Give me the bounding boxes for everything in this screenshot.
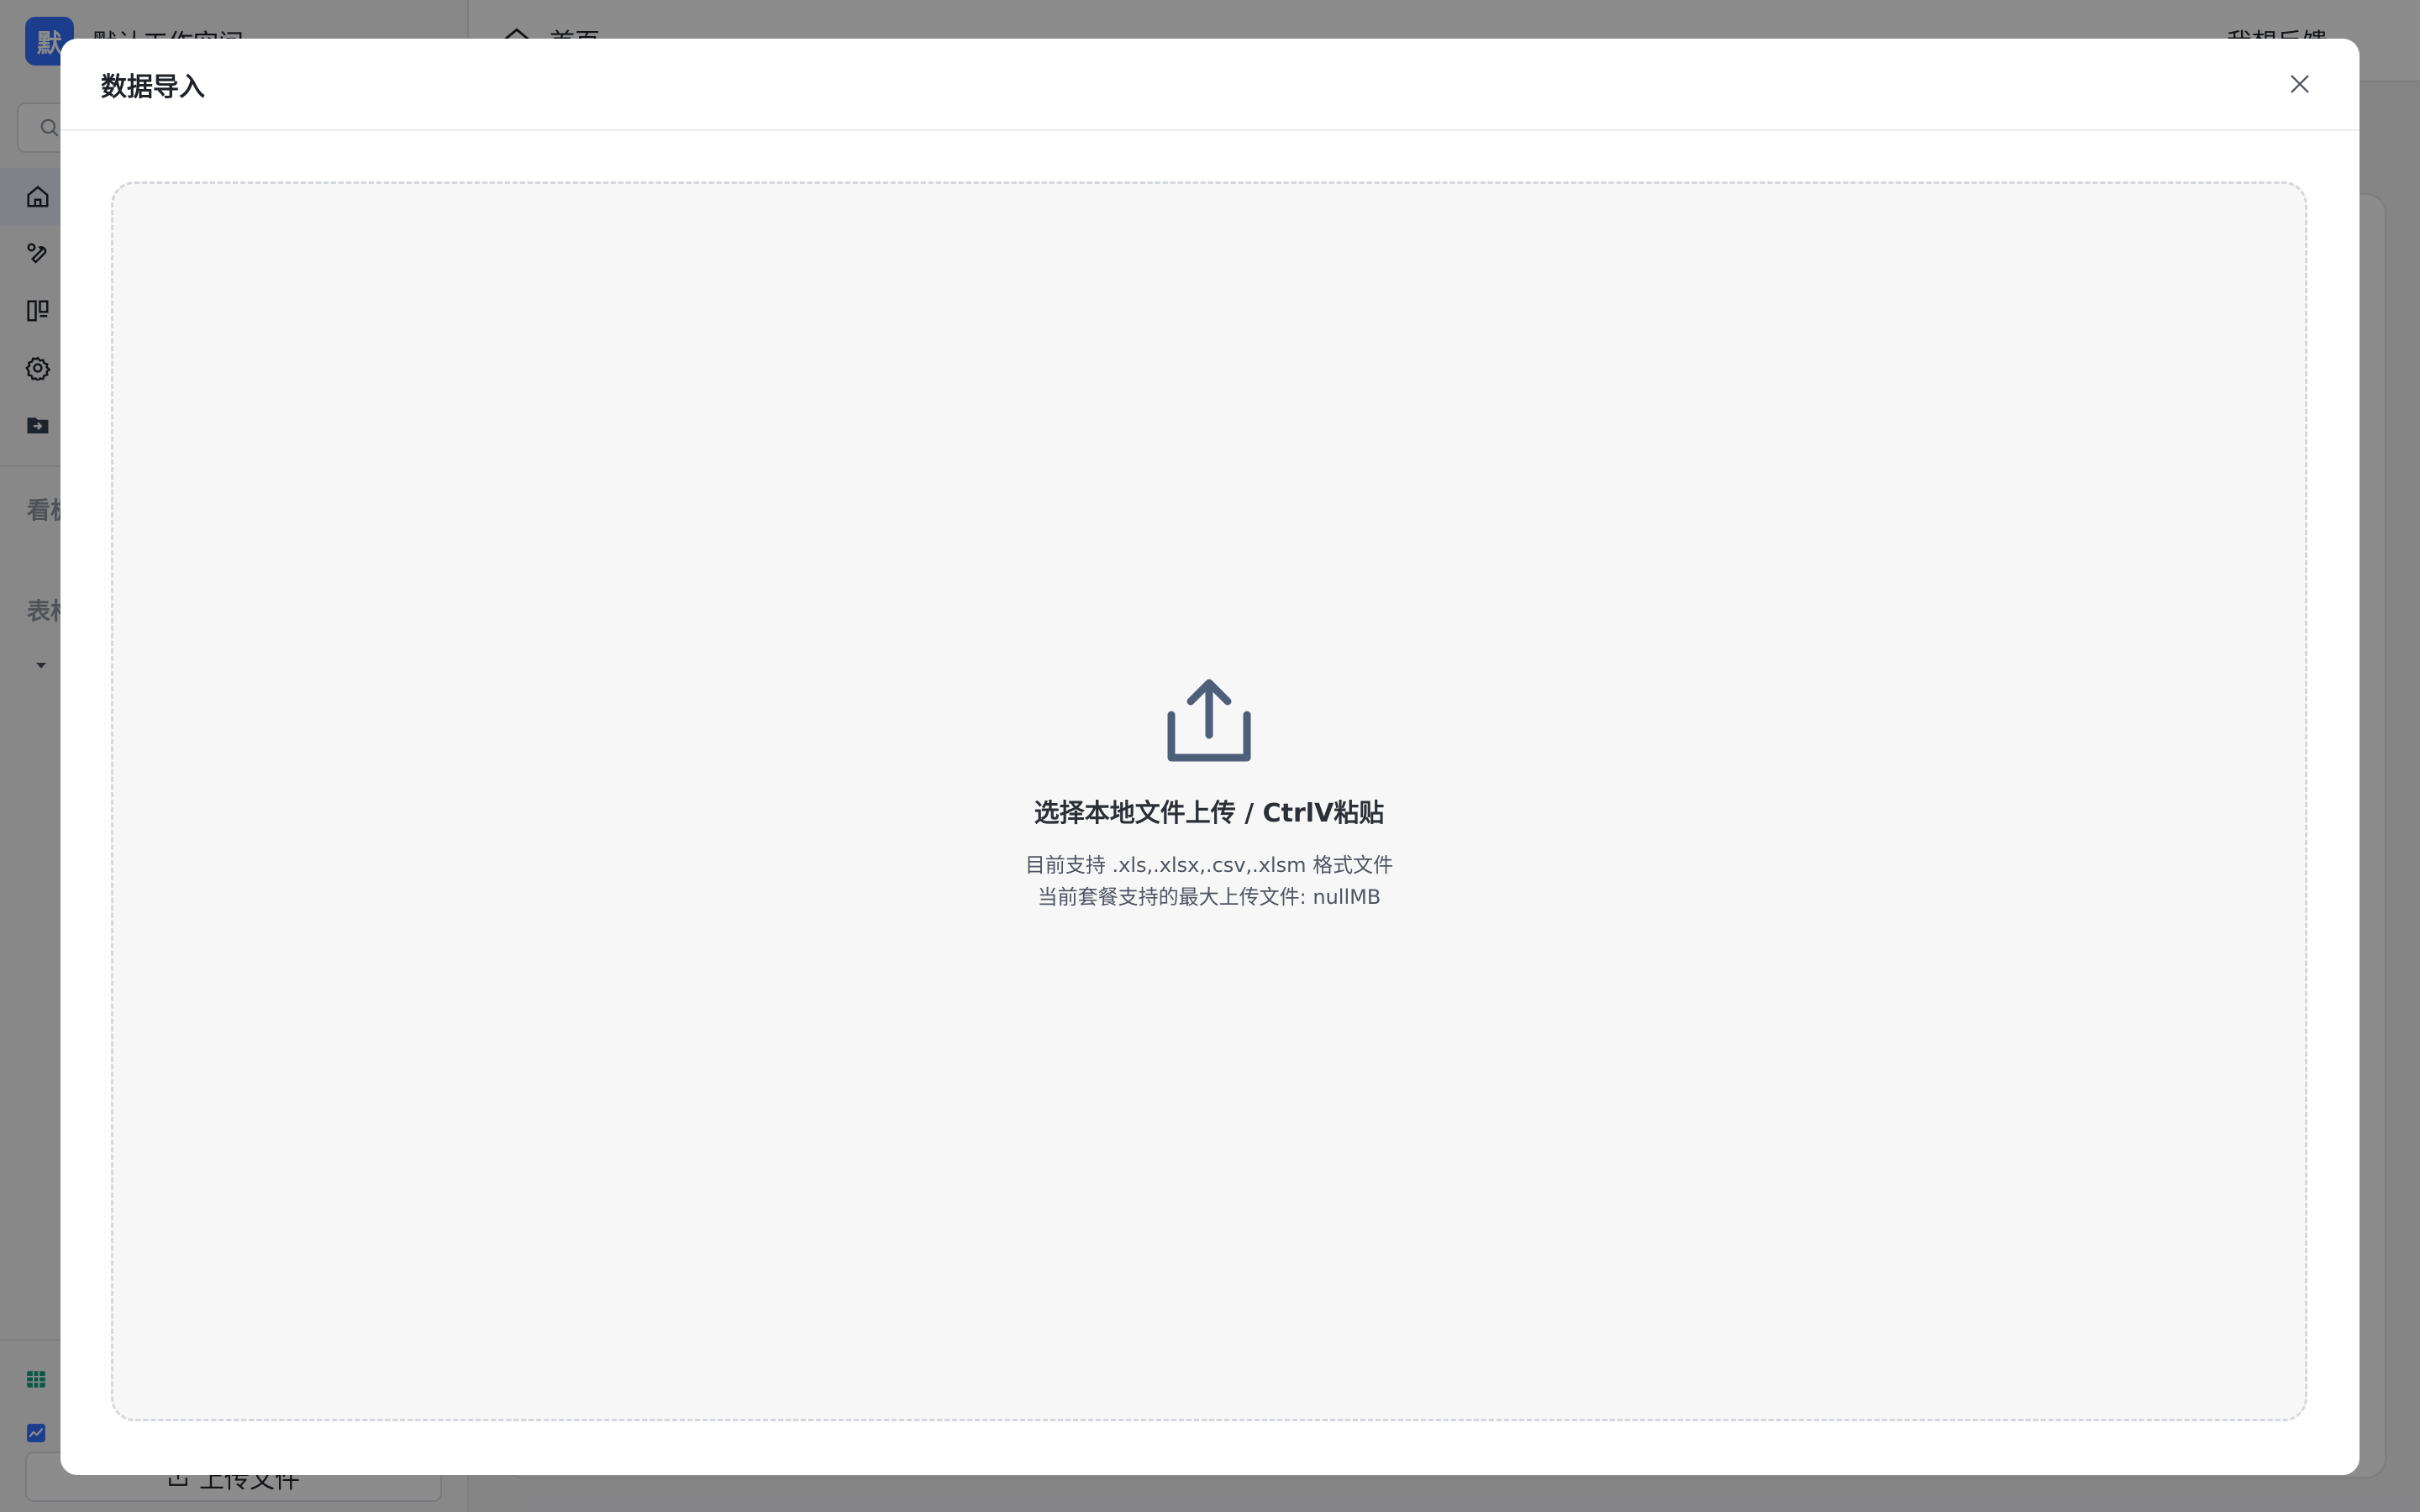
close-icon <box>2291 75 2309 93</box>
data-import-modal: 数据导入 选择本地文件上传 / CtrlV粘贴 目前支持 .xls,.xlsx,… <box>60 39 2360 1475</box>
file-drop-zone[interactable]: 选择本地文件上传 / CtrlV粘贴 目前支持 .xls,.xlsx,.csv,… <box>111 181 2307 1421</box>
drop-zone-content: 选择本地文件上传 / CtrlV粘贴 目前支持 .xls,.xlsx,.csv,… <box>1025 676 1393 913</box>
drop-zone-title: 选择本地文件上传 / CtrlV粘贴 <box>1034 799 1385 828</box>
modal-close-button[interactable] <box>2281 65 2319 103</box>
modal-title: 数据导入 <box>101 71 205 102</box>
supported-formats-text: 目前支持 .xls,.xlsx,.csv,.xlsm 格式文件 <box>1024 853 1394 877</box>
upload-icon <box>1167 679 1251 762</box>
max-size-text: 当前套餐支持的最大上传文件: nullMB <box>1037 885 1381 909</box>
drop-zone-hint: 目前支持 .xls,.xlsx,.csv,.xlsm 格式文件 当前套餐支持的最… <box>1025 849 1393 913</box>
modal-header: 数据导入 <box>60 39 2360 131</box>
